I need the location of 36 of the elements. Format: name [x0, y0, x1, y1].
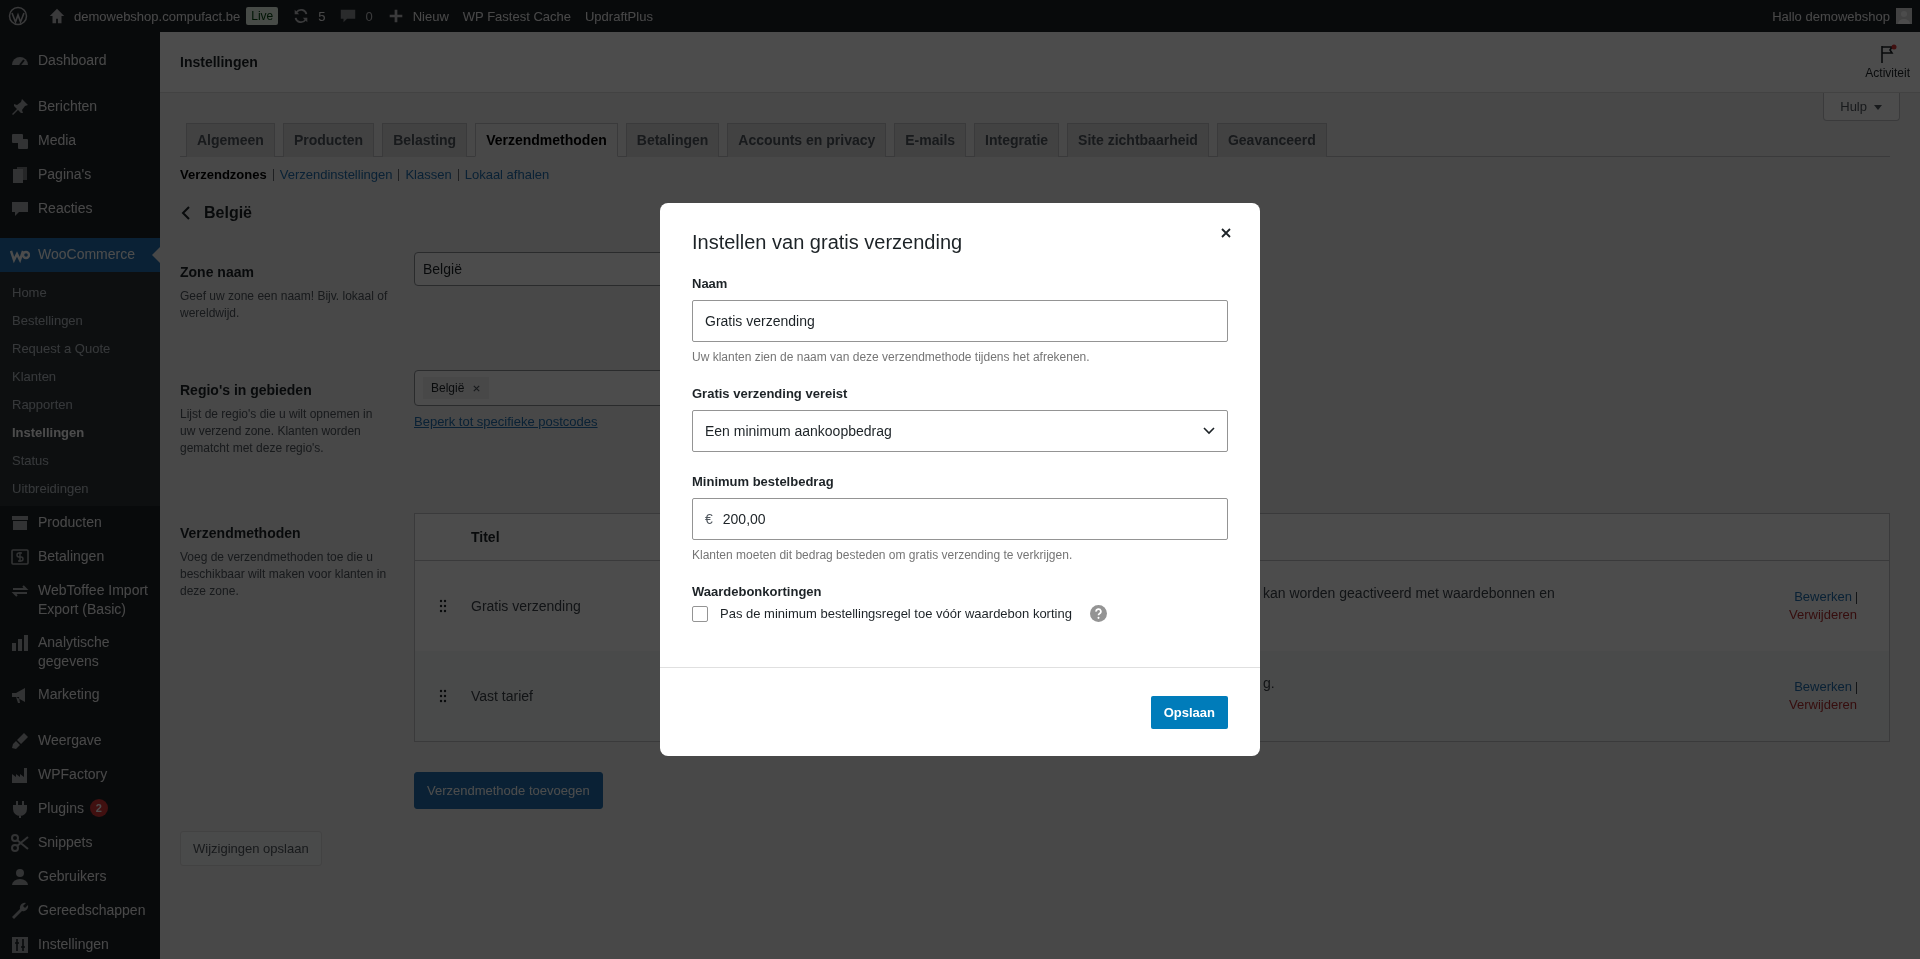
- field-help-text: Klanten moeten dit bedrag besteden om gratis verzending te verkrijgen.: [692, 548, 1074, 562]
- column-header: Titel: [471, 529, 501, 545]
- chevron-down-icon: [1203, 427, 1215, 435]
- close-icon[interactable]: [1220, 227, 1232, 239]
- delete-link[interactable]: Verwijderen: [1789, 697, 1857, 712]
- modal-title: Instellen van gratis verzending: [692, 231, 963, 254]
- checkbox-label: Pas de minimum bestellingsregel toe vóór waardebon korting: [720, 606, 1072, 621]
- subnav-link[interactable]: Verzendinstellingen: [279, 167, 393, 182]
- save-button[interactable]: Opslaan: [1150, 695, 1228, 729]
- edit-link[interactable]: Bewerken: [1794, 589, 1852, 604]
- subnav-link[interactable]: Klassen: [405, 167, 452, 182]
- field-label: Waardebonkortingen: [692, 584, 823, 599]
- field-label: Minimum bestelbedrag: [692, 474, 835, 489]
- subnav-link[interactable]: Verzendzones: [180, 167, 267, 182]
- field-label: Gratis verzending vereist: [692, 386, 849, 401]
- toolbar-link[interactable]: WP Fastest Cache: [462, 8, 571, 24]
- page-title: Instellingen: [180, 54, 258, 70]
- field-label: Zone naam: [180, 264, 255, 280]
- name-field[interactable]: Gratis verzending: [692, 300, 1228, 342]
- help-icon[interactable]: [1089, 605, 1107, 622]
- amount-field[interactable]: € 200,00: [692, 498, 1228, 540]
- edit-link[interactable]: Bewerken: [1794, 679, 1852, 694]
- postcodes-link[interactable]: Beperk tot specifieke postcodes: [414, 414, 598, 429]
- requirement-dropdown[interactable]: Een minimum aankoopbedrag: [692, 410, 1228, 452]
- field-label: Regio's in gebieden: [180, 382, 313, 398]
- toolbar-link[interactable]: UpdraftPlus: [584, 8, 653, 24]
- field-help-text: Uw klanten zien de naam van deze verzendmethode tijdens het afrekenen.: [692, 350, 1091, 364]
- checkbox[interactable]: [692, 605, 708, 622]
- field-label: Naam: [692, 276, 729, 291]
- subnav-link[interactable]: Lokaal afhalen: [464, 167, 550, 182]
- method-title: Gratis verzending: [471, 598, 581, 614]
- field-label: Verzendmethoden: [180, 525, 302, 541]
- zone-heading: België: [204, 204, 252, 222]
- delete-link[interactable]: Verwijderen: [1789, 607, 1857, 622]
- method-description: kan worden geactiveerd met waardebonnen en: [1263, 585, 1556, 601]
- greeting-link[interactable]: Hallo demowebshop: [1772, 8, 1890, 24]
